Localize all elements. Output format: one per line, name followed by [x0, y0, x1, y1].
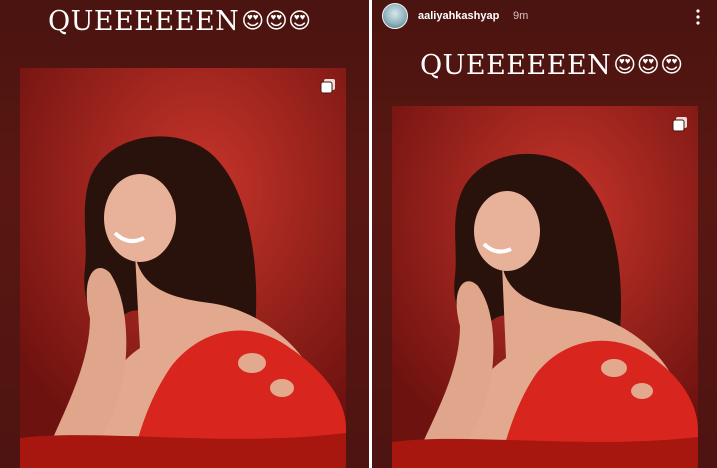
- story-header: aaliyahkashyap 9m: [372, 0, 717, 34]
- multiple-photos-icon: [672, 117, 687, 132]
- shared-post-photo[interactable]: [392, 106, 698, 468]
- multiple-photos-icon: [320, 79, 335, 94]
- story-panel-right: aaliyahkashyap 9m QUEEEEEEN😍😍😍: [372, 0, 717, 468]
- photo-figure-illustration: [20, 68, 346, 468]
- heart-eyes-emoji: 😍😍😍: [613, 53, 684, 78]
- shared-post-photo[interactable]: [20, 68, 346, 468]
- story-username[interactable]: aaliyahkashyap: [418, 10, 499, 22]
- caption-text: QUEEEEEEN: [48, 6, 240, 37]
- heart-eyes-emoji: 😍😍😍: [241, 9, 312, 34]
- photo-figure-illustration: [392, 106, 698, 468]
- profile-avatar[interactable]: [382, 3, 408, 29]
- more-options-icon[interactable]: [695, 9, 701, 25]
- story-caption: QUEEEEEEN😍😍😍: [48, 8, 312, 35]
- caption-text: QUEEEEEEN: [420, 50, 612, 81]
- story-panel-left: QUEEEEEEN😍😍😍: [0, 0, 369, 468]
- screenshot-stage: QUEEEEEEN😍😍😍 aaliyahkashyap 9m QUEEEEEEN…: [0, 0, 717, 468]
- story-caption: QUEEEEEEN😍😍😍: [420, 52, 684, 79]
- story-timestamp: 9m: [513, 10, 529, 22]
